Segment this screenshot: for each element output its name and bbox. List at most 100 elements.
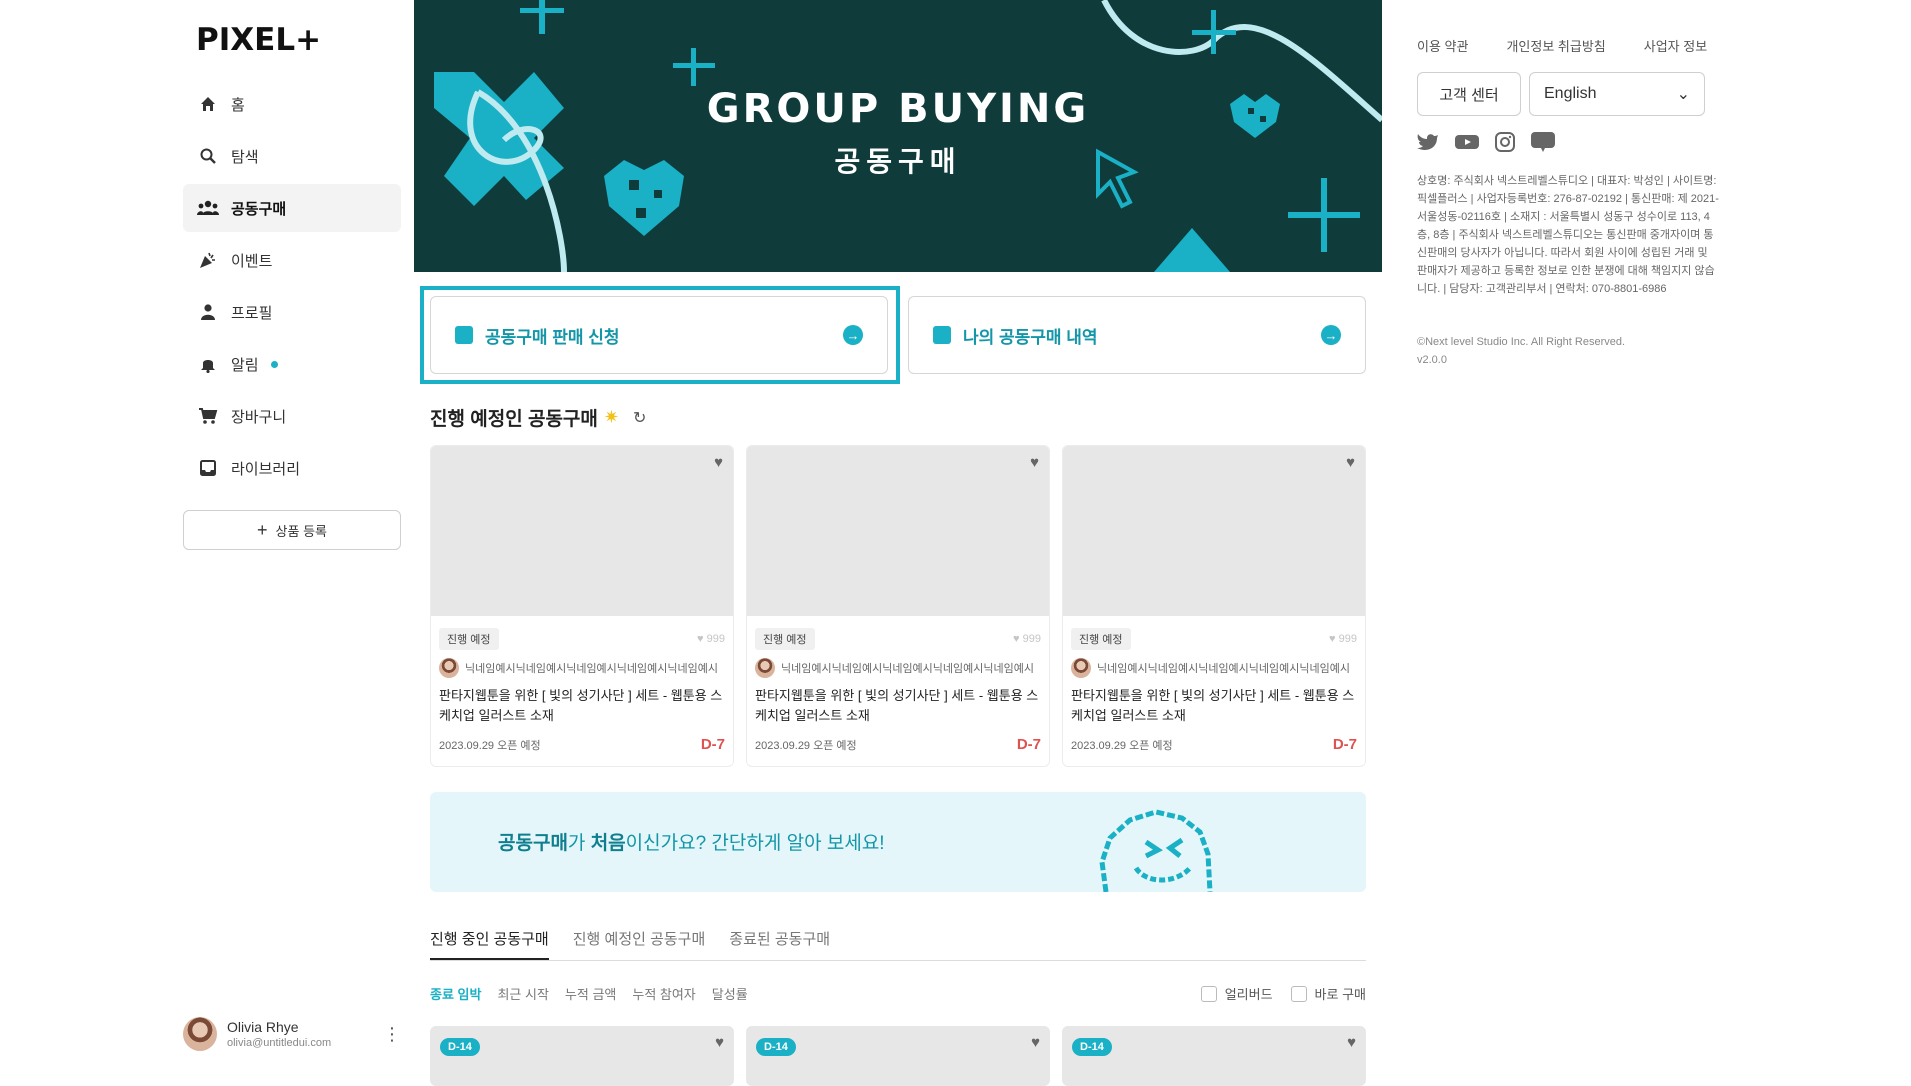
twitter-icon[interactable] <box>1417 133 1439 156</box>
sort-filter-bar: 종료 임박 최근 시작 누적 금액 누적 참여자 달성률 얼리버드 바로 구매 <box>430 984 1366 1003</box>
home-icon <box>197 93 219 115</box>
upcoming-section-header: 진행 예정인 공동구매 ✷ ↻ <box>430 404 646 431</box>
chevron-down-icon: ⌄ <box>1676 86 1690 103</box>
blog-icon[interactable] <box>1531 132 1555 157</box>
sidebar-item-label: 알림 <box>231 356 259 374</box>
tab-ended[interactable]: 종료된 공동구매 <box>729 920 830 960</box>
user-info: Olivia Rhye olivia@untitledui.com <box>227 1019 383 1049</box>
early-bird-checkbox[interactable]: 얼리버드 <box>1200 984 1273 1003</box>
like-count: ♥ 999 <box>697 633 725 645</box>
banner-subtitle: 공동구매 <box>834 146 962 177</box>
youtube-icon[interactable] <box>1455 133 1479 156</box>
heart-icon[interactable]: ♥ <box>1030 454 1039 471</box>
like-count-value: 999 <box>1338 633 1357 645</box>
sidebar-item-group-buying[interactable]: 공동구매 <box>183 184 401 232</box>
customer-center-button[interactable]: 고객 센터 <box>1417 72 1521 116</box>
group-buying-banner[interactable]: GROUP BUYING 공동구매 <box>414 0 1382 272</box>
terms-link[interactable]: 이용 약관 <box>1417 36 1468 55</box>
tab-upcoming[interactable]: 진행 예정인 공동구매 <box>573 920 706 960</box>
like-count-value: 999 <box>706 633 725 645</box>
like-count: ♥ 999 <box>1013 633 1041 645</box>
apply-seller-button[interactable]: 공동구매 판매 신청 → <box>430 296 888 374</box>
business-info-link[interactable]: 사업자 정보 <box>1644 36 1707 55</box>
dday-label: D-7 <box>1016 736 1041 753</box>
seller-avatar <box>755 658 775 678</box>
guide-text-part: 이신가요? 간단하게 알아 보세요! <box>625 833 885 854</box>
heart-icon[interactable]: ♥ <box>715 1034 724 1051</box>
sidebar-item-event[interactable]: 이벤트 <box>183 236 401 284</box>
sort-ending-soon[interactable]: 종료 임박 <box>430 984 481 1003</box>
like-count-value: 999 <box>1022 633 1041 645</box>
buy-now-checkbox[interactable]: 바로 구매 <box>1290 984 1366 1003</box>
pixel-face-illustration <box>1099 809 1213 892</box>
product-card[interactable]: D-14 ♥ <box>746 1026 1050 1086</box>
card-meta: 진행 예정 ♥ 999 <box>747 616 1049 650</box>
bell-icon <box>197 353 219 375</box>
pixel-plus-logo[interactable]: PIXEL+ <box>196 20 326 56</box>
tab-ongoing[interactable]: 진행 중인 공동구매 <box>430 920 549 960</box>
my-history-label: 나의 공동구매 내역 <box>963 327 1098 347</box>
product-card[interactable]: ♥ 진행 예정 ♥ 999 닉네임예시닉네임예시닉네임예시닉네임예시닉네임예시 … <box>746 445 1050 767</box>
store-icon <box>455 326 473 344</box>
instagram-icon[interactable] <box>1495 132 1515 157</box>
plus-icon: + <box>257 520 268 540</box>
seller-info[interactable]: 닉네임예시닉네임예시닉네임예시닉네임예시닉네임예시 <box>1063 650 1365 678</box>
register-product-button[interactable]: + 상품 등록 <box>183 510 401 550</box>
product-title: 판타지웹툰을 위한 [ 빛의 성기사단 ] 세트 - 웹툰용 스케치업 일러스트… <box>755 688 1039 723</box>
party-icon <box>197 249 219 271</box>
sidebar: PIXEL+ 홈 탐색 공동구매 이벤트 프로필 알림 장바구니 라이브러리 +… <box>0 0 410 1081</box>
dday-badge: D-14 <box>756 1038 796 1056</box>
library-icon <box>197 457 219 479</box>
guide-text: 공동구매가 처음이신가요? 간단하게 알아 보세요! <box>498 828 885 855</box>
seller-name: 닉네임예시닉네임예시닉네임예시닉네임예시닉네임예시 <box>465 663 718 675</box>
footer-links: 이용 약관 개인정보 취급방침 사업자 정보 <box>1417 36 1745 55</box>
open-date: 2023.09.29 오픈 예정 <box>439 739 541 752</box>
user-profile[interactable]: Olivia Rhye olivia@untitledui.com ⋮ <box>183 1014 401 1054</box>
beginner-guide-banner[interactable]: 공동구매가 처음이신가요? 간단하게 알아 보세요! <box>430 792 1366 892</box>
sidebar-item-search[interactable]: 탐색 <box>183 132 401 180</box>
main-content: GROUP BUYING 공동구매 공동구매 판매 신청 → 나의 공동구매 내… <box>414 0 1382 1086</box>
sort-achievement[interactable]: 달성률 <box>712 984 748 1003</box>
seller-info[interactable]: 닉네임예시닉네임예시닉네임예시닉네임예시닉네임예시 <box>431 650 733 678</box>
sidebar-item-label: 장바구니 <box>231 408 287 426</box>
sidebar-item-profile[interactable]: 프로필 <box>183 288 401 336</box>
heart-icon[interactable]: ♥ <box>1346 454 1355 471</box>
seller-avatar <box>1071 658 1091 678</box>
copyright: ©Next level Studio Inc. All Right Reserv… <box>1417 336 1626 348</box>
heart-icon[interactable]: ♥ <box>1031 1034 1040 1051</box>
section-title: 진행 예정인 공동구매 <box>430 409 598 430</box>
checkbox-box[interactable] <box>1290 985 1307 1002</box>
sort-total-amount[interactable]: 누적 금액 <box>565 984 616 1003</box>
user-email: olivia@untitledui.com <box>227 1037 332 1049</box>
product-card[interactable]: ♥ 진행 예정 ♥ 999 닉네임예시닉네임예시닉네임예시닉네임예시닉네임예시 … <box>430 445 734 767</box>
sort-recent[interactable]: 최근 시작 <box>497 984 548 1003</box>
language-select[interactable]: English ⌄ <box>1529 72 1705 116</box>
privacy-link[interactable]: 개인정보 취급방침 <box>1506 36 1605 55</box>
heart-icon[interactable]: ♥ <box>1347 1034 1356 1051</box>
seller-info[interactable]: 닉네임예시닉네임예시닉네임예시닉네임예시닉네임예시 <box>747 650 1049 678</box>
product-card[interactable]: D-14 ♥ <box>430 1026 734 1086</box>
sidebar-item-home[interactable]: 홈 <box>183 80 401 128</box>
product-thumbnail: ♥ <box>1063 446 1365 616</box>
notification-dot <box>270 360 278 368</box>
dday-badge: D-14 <box>1072 1038 1112 1056</box>
sidebar-item-cart[interactable]: 장바구니 <box>183 392 401 440</box>
list-icon <box>933 326 951 344</box>
register-product-label: 상품 등록 <box>275 523 327 539</box>
product-card[interactable]: ♥ 진행 예정 ♥ 999 닉네임예시닉네임예시닉네임예시닉네임예시닉네임예시 … <box>1062 445 1366 767</box>
more-vertical-icon[interactable]: ⋮ <box>383 1024 401 1045</box>
refresh-icon[interactable]: ↻ <box>633 408 646 428</box>
my-history-button[interactable]: 나의 공동구매 내역 → <box>908 296 1366 374</box>
group-icon <box>197 197 219 219</box>
company-info: 상호명: 주식회사 넥스트레벨스튜디오 | 대표자: 박성인 | 사이트명: 픽… <box>1417 175 1719 295</box>
heart-icon[interactable]: ♥ <box>714 454 723 471</box>
right-panel: 이용 약관 개인정보 취급방침 사업자 정보 고객 센터 English ⌄ 상… <box>1412 0 1732 1081</box>
sidebar-item-notification[interactable]: 알림 <box>183 340 401 388</box>
person-icon <box>197 301 219 323</box>
arrow-right-icon: → <box>1321 325 1341 345</box>
guide-text-highlight: 처음 <box>590 833 626 854</box>
sort-participants[interactable]: 누적 참여자 <box>632 984 695 1003</box>
sidebar-item-library[interactable]: 라이브러리 <box>183 444 401 492</box>
product-card[interactable]: D-14 ♥ <box>1062 1026 1366 1086</box>
checkbox-box[interactable] <box>1200 985 1217 1002</box>
